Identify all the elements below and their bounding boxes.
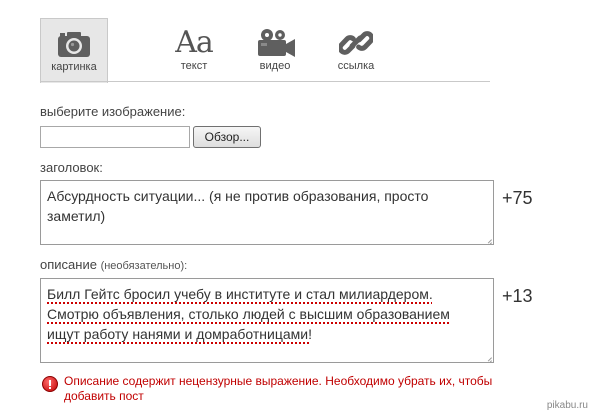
title-text: Абсурдность ситуации... (я не против обр… xyxy=(47,188,429,224)
browse-button[interactable]: Обзор... xyxy=(193,126,261,148)
tab-label: текст xyxy=(180,60,208,72)
title-char-counter: +75 xyxy=(502,188,533,208)
optional-note: (необязательно): xyxy=(100,260,188,272)
title-textarea[interactable]: Абсурдность ситуации... (я не против обр… xyxy=(40,180,494,245)
tabs-divider xyxy=(40,81,490,82)
tab-label: видео xyxy=(259,60,291,72)
camera-icon xyxy=(41,27,107,61)
tab-label: ссылка xyxy=(337,60,375,72)
title-field-label: заголовок: xyxy=(40,160,103,175)
description-line: ищут работу нанями и домработницами! xyxy=(47,326,312,342)
description-label-text: описание xyxy=(40,257,97,272)
tab-link[interactable]: ссылка xyxy=(322,18,390,82)
link-chain-icon xyxy=(322,26,390,60)
tab-picture[interactable]: картинка xyxy=(40,18,108,83)
video-camera-icon xyxy=(241,26,309,60)
error-icon xyxy=(42,376,58,392)
post-type-tabs: картинка Aa текст видео ссылка xyxy=(40,18,490,83)
file-path-input[interactable] xyxy=(40,126,190,148)
error-message: Описание содержит нецензурные выражение.… xyxy=(64,374,493,403)
tab-video[interactable]: видео xyxy=(241,18,309,82)
image-field-label: выберите изображение: xyxy=(40,104,186,119)
text-aa-icon: Aa xyxy=(175,25,214,60)
watermark: pikabu.ru xyxy=(546,400,588,411)
tab-label: картинка xyxy=(51,61,97,73)
description-char-counter: +13 xyxy=(502,286,533,306)
resize-grip-icon[interactable] xyxy=(484,353,492,361)
description-line: Смотрю объявления, столько людей с высши… xyxy=(47,306,450,322)
tab-text[interactable]: Aa текст xyxy=(160,18,228,82)
description-line: Билл Гейтс бросил учебу в институте и ст… xyxy=(47,286,433,302)
description-textarea[interactable]: Билл Гейтс бросил учебу в институте и ст… xyxy=(40,278,494,363)
description-field-label: описание (необязательно): xyxy=(40,257,187,272)
resize-grip-icon[interactable] xyxy=(484,235,492,243)
